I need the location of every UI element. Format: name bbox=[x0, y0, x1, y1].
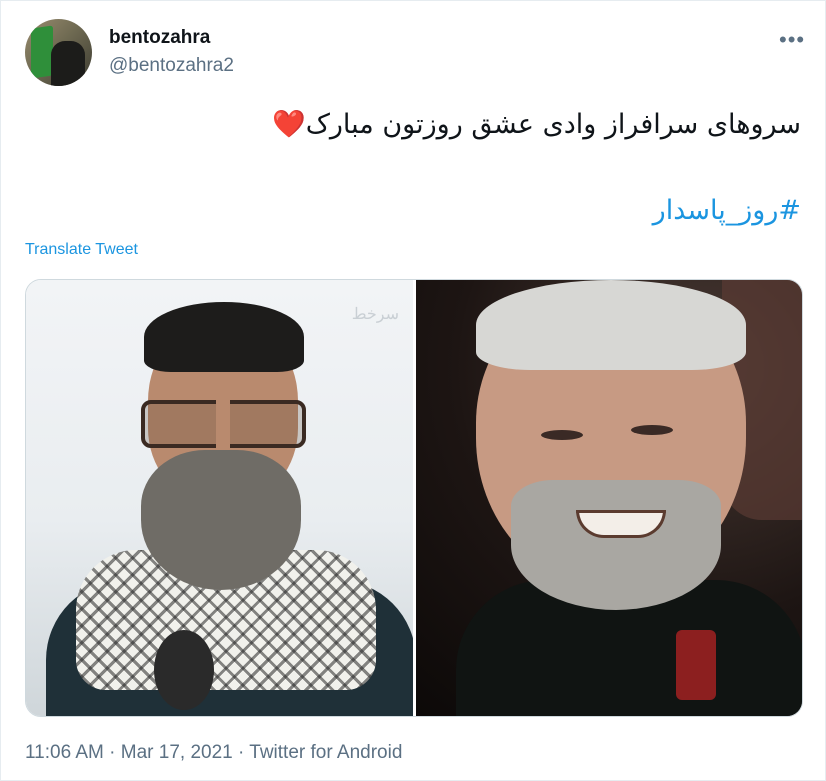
right-photo-eye-right bbox=[631, 425, 673, 435]
tweet-meta: 11:06 AM · Mar 17, 2021 · Twitter for An… bbox=[25, 742, 402, 764]
left-photo-microphone bbox=[154, 630, 214, 710]
right-photo-eye-left bbox=[541, 430, 583, 440]
right-photo-insignia bbox=[676, 630, 716, 700]
avatar-figure bbox=[51, 41, 85, 86]
right-photo-hair bbox=[476, 280, 746, 370]
tweet-source[interactable]: Twitter for Android bbox=[249, 742, 402, 763]
meta-separator: · bbox=[232, 742, 250, 763]
user-handle[interactable]: @bentozahra2 bbox=[109, 55, 234, 77]
media-grid: سرخط bbox=[25, 279, 803, 717]
tweet-card: bentozahra @bentozahra2 ••• سروهای سرافر… bbox=[0, 0, 826, 781]
left-photo-glasses-bridge bbox=[216, 398, 230, 450]
tweet-time[interactable]: 11:06 AM bbox=[25, 742, 104, 763]
left-photo-beard bbox=[141, 450, 301, 590]
media-photo-left[interactable]: سرخط bbox=[26, 280, 413, 716]
right-photo-smile bbox=[576, 510, 666, 538]
translate-tweet-link[interactable]: Translate Tweet bbox=[25, 241, 138, 259]
avatar[interactable] bbox=[25, 19, 92, 86]
left-photo-watermark: سرخط bbox=[351, 306, 399, 323]
avatar-green-flag bbox=[31, 25, 53, 79]
display-name[interactable]: bentozahra bbox=[109, 27, 210, 49]
tweet-body: سروهای سرافراز وادی عشق روزتون مبارک bbox=[305, 109, 801, 140]
tweet-date[interactable]: Mar 17, 2021 bbox=[121, 742, 233, 763]
left-photo-hair bbox=[144, 302, 304, 372]
hashtag-link[interactable]: #روز_پاسدار bbox=[653, 191, 801, 231]
heart-emoji-icon: ❤️ bbox=[272, 109, 306, 140]
more-horizontal-icon[interactable]: ••• bbox=[779, 27, 805, 53]
meta-separator: · bbox=[103, 742, 121, 763]
media-photo-right[interactable] bbox=[416, 280, 802, 716]
right-photo-beard bbox=[511, 480, 721, 610]
tweet-text: سروهای سرافراز وادی عشق روزتون مبارک❤️ bbox=[101, 105, 801, 145]
